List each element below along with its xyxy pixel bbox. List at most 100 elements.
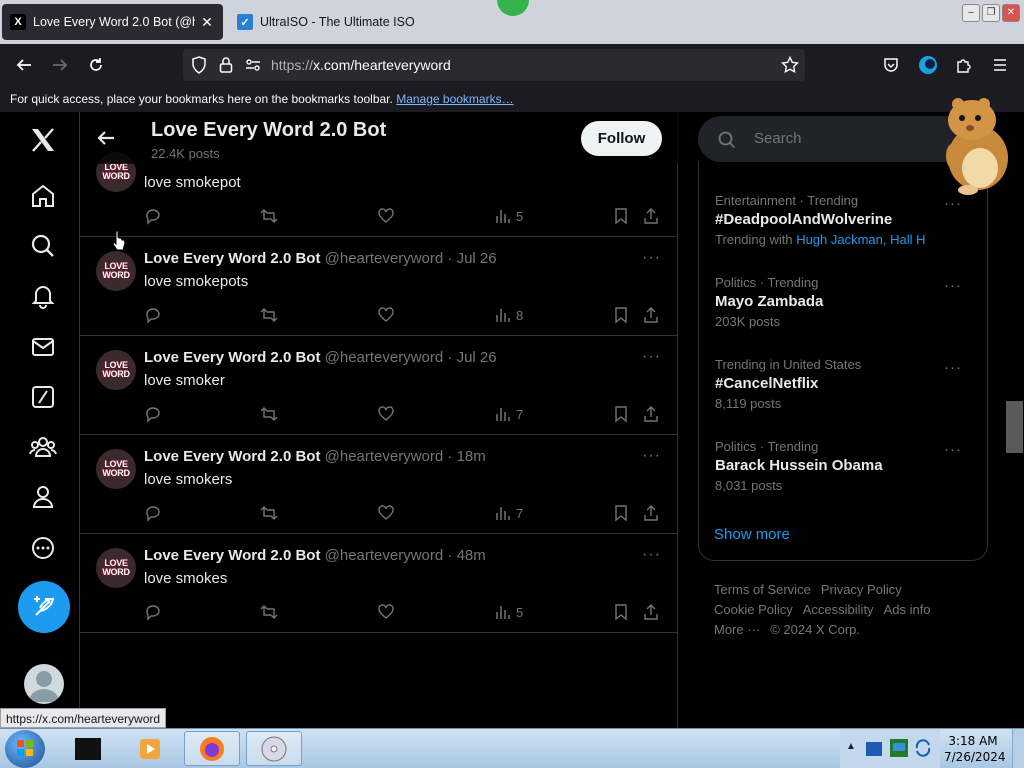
lock-icon[interactable] [219,56,233,74]
taskbar-app-firefox[interactable] [184,731,240,766]
messages-mail-icon[interactable] [26,330,60,364]
footer-link[interactable]: More ··· [714,622,760,637]
more-dots-icon[interactable]: ··· [642,447,661,465]
tray-app-icon[interactable] [864,739,884,759]
show-more-link[interactable]: Show more [714,526,790,543]
tweet-avatar[interactable]: LOVE WORD [96,449,136,489]
tweet-avatar[interactable]: LOVE WORD [96,548,136,588]
extensions-button[interactable] [952,53,976,77]
menu-button[interactable] [988,53,1012,77]
trend-item[interactable]: Politics · Trending Mayo Zambada 203K po… [715,275,977,329]
repost-button[interactable] [260,206,278,226]
tweet[interactable]: LOVE WORD Love Every Word 2.0 Bot @hearte… [80,534,678,633]
shield-icon[interactable] [191,56,207,74]
views-button[interactable]: 5 [494,602,523,622]
bookmark-button[interactable] [612,206,630,226]
reply-button[interactable] [144,602,162,622]
tweet-author-name[interactable]: Love Every Word 2.0 Bot [144,349,320,366]
grok-icon[interactable] [26,380,60,414]
home-icon[interactable] [26,179,60,213]
trend-item[interactable]: Entertainment · Trending #DeadpoolAndWol… [715,193,977,247]
tweet-author-name[interactable]: Love Every Word 2.0 Bot [144,448,320,465]
account-button[interactable] [916,53,940,77]
footer-link[interactable]: Privacy Policy [821,582,902,597]
repost-button[interactable] [260,602,278,622]
more-dots-icon[interactable]: ··· [944,195,962,212]
scrollbar-thumb[interactable] [1006,401,1023,453]
follow-button[interactable]: Follow [581,121,662,156]
footer-link[interactable]: Terms of Service [714,582,811,597]
tab-x-profile[interactable]: X Love Every Word 2.0 Bot (@hea ✕ [2,4,223,40]
explore-search-icon[interactable] [26,229,60,263]
more-circle-icon[interactable] [26,531,60,565]
network-icon[interactable] [888,737,910,759]
more-dots-icon[interactable]: ··· [642,348,661,366]
manage-bookmarks-link[interactable]: Manage bookmarks… [396,92,513,106]
start-button[interactable] [5,730,45,768]
views-button[interactable]: 8 [494,305,523,325]
tweet-avatar[interactable]: LOVE WORD [96,251,136,291]
views-button[interactable]: 7 [494,503,523,523]
tweet[interactable]: LOVE WORD Love Every Word 2.0 Bot @hearte… [80,435,678,534]
footer-link[interactable]: Accessibility [803,602,874,617]
trend-item[interactable]: Trending in United States #CancelNetflix… [715,357,977,411]
profile-icon[interactable] [26,480,60,514]
taskbar-app-cmd[interactable] [60,731,116,766]
like-button[interactable] [377,503,395,523]
forward-button[interactable] [48,53,72,77]
tweet-meta[interactable]: @hearteveryword · Jul 26 [325,349,497,366]
like-button[interactable] [377,602,395,622]
more-dots-icon[interactable]: ··· [944,441,962,458]
reply-button[interactable] [144,503,162,523]
tweet-meta[interactable]: @hearteveryword · 18m [325,448,486,465]
tweet-meta[interactable]: @hearteveryword · Jul 26 [325,250,497,267]
tab-close-icon[interactable]: ✕ [199,14,215,31]
share-button[interactable] [642,503,660,523]
back-button[interactable] [12,53,36,77]
bookmark-star-icon[interactable] [781,56,799,74]
trend-item[interactable]: Politics · Trending Barack Hussein Obama… [715,439,977,493]
communities-icon[interactable] [26,430,60,464]
share-button[interactable] [642,305,660,325]
bookmark-button[interactable] [612,503,630,523]
tray-expand-icon[interactable]: ▲ [846,741,856,752]
x-logo-icon[interactable] [26,123,60,157]
share-button[interactable] [642,404,660,424]
share-button[interactable] [642,602,660,622]
taskbar-app-media[interactable] [122,731,178,766]
repost-button[interactable] [260,305,278,325]
more-dots-icon[interactable]: ··· [944,359,962,376]
tab-ultraiso[interactable]: ✓ UltraISO - The Ultimate ISO CD [229,4,425,40]
pocket-button[interactable] [879,53,903,77]
bookmark-button[interactable] [612,305,630,325]
more-dots-icon[interactable]: ··· [944,277,962,294]
bookmark-button[interactable] [612,404,630,424]
tweet[interactable]: LOVE WORD Love Every Word 2.0 Bot @hearte… [80,336,678,435]
reply-button[interactable] [144,305,162,325]
reload-button[interactable] [84,53,108,77]
tweet-author-name[interactable]: Love Every Word 2.0 Bot [144,547,320,564]
like-button[interactable] [377,404,395,424]
window-close-button[interactable]: ✕ [1002,4,1020,22]
back-arrow-icon[interactable] [94,126,118,150]
notifications-bell-icon[interactable] [26,279,60,313]
repost-button[interactable] [260,404,278,424]
repost-button[interactable] [260,503,278,523]
footer-link[interactable]: Cookie Policy [714,602,793,617]
show-desktop-button[interactable] [1012,729,1024,768]
sync-icon[interactable] [914,739,932,757]
like-button[interactable] [377,206,395,226]
more-dots-icon[interactable]: ··· [642,249,661,267]
url-bar[interactable]: https://x.com/hearteveryword [183,49,805,81]
url-text[interactable]: https://x.com/hearteveryword [271,49,451,81]
more-dots-icon[interactable]: ··· [642,546,661,564]
views-button[interactable]: 5 [494,206,523,226]
tweet[interactable]: LOVE WORD Love Every Word 2.0 Bot @hearte… [80,237,678,336]
tweet-author-name[interactable]: Love Every Word 2.0 Bot [144,250,320,267]
share-button[interactable] [642,206,660,226]
post-button[interactable] [18,581,70,633]
tweet-meta[interactable]: @hearteveryword · 48m [325,547,486,564]
reply-button[interactable] [144,404,162,424]
permissions-icon[interactable] [245,58,261,72]
minimize-button[interactable]: – [962,4,980,22]
